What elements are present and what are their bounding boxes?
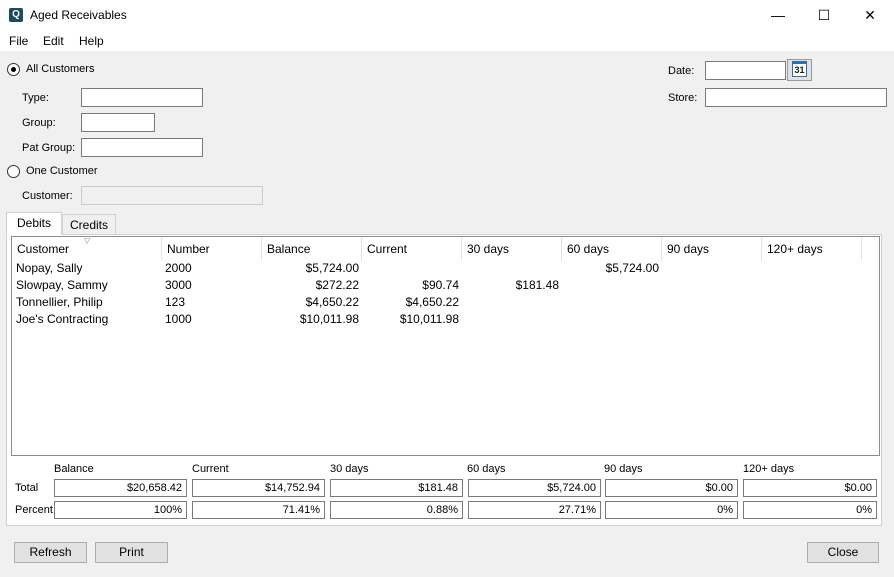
close-button[interactable]: Close [807,542,879,563]
cell-120-plus-days [762,294,859,311]
column-header-60-days[interactable]: 60 days [562,237,662,261]
summary-header-60-days: 60 days [467,463,506,475]
cell-60-days [562,277,659,294]
customer-label: Customer: [22,190,73,202]
one-customer-label: One Customer [26,165,98,177]
app-icon: Q [9,8,23,22]
group-input[interactable] [81,113,155,132]
store-input[interactable] [705,88,887,107]
cell-30-days: $181.48 [515,278,559,292]
all-customers-label: All Customers [26,63,95,75]
type-input[interactable] [81,88,203,107]
cell-current: $90.74 [422,278,459,292]
cell-120-plus-days [762,260,859,277]
column-header-current[interactable]: Current [362,237,462,261]
receivables-table[interactable]: Customer ▽ Number Balance Current 30 day… [11,236,880,456]
cell-30-days [462,294,559,311]
table-row[interactable]: Tonnellier, Philip 123 $4,650.22 $4,650.… [12,294,862,311]
customer-input[interactable] [81,186,263,205]
cell-number: 123 [165,295,186,309]
percent-90-days-field: 0% [605,501,738,519]
calendar-button[interactable]: 31 [787,59,812,81]
summary-header-90-days: 90 days [604,463,643,475]
summary-header-balance: Balance [54,463,94,475]
summary-header-120-plus-days: 120+ days [743,463,795,475]
total-30-days-field: $181.48 [330,479,463,497]
column-header-balance[interactable]: Balance [262,237,362,261]
menu-file[interactable]: File [9,34,28,48]
percent-label: Percent [15,504,53,516]
type-label: Type: [22,92,49,104]
column-header-number[interactable]: Number [162,237,262,261]
column-header-120-plus-days[interactable]: 120+ days [762,237,862,261]
cell-120-plus-days [762,277,859,294]
cell-60-days [562,294,659,311]
one-customer-radio[interactable] [7,165,20,178]
cell-60-days: $5,724.00 [605,261,659,275]
total-60-days-field: $5,724.00 [468,479,601,497]
minimize-button[interactable]: — [755,0,801,31]
percent-current-field: 71.41% [192,501,325,519]
total-current-field: $14,752.94 [192,479,325,497]
cell-customer: Slowpay, Sammy [16,278,108,292]
menu-edit[interactable]: Edit [43,34,64,48]
summary-header-30-days: 30 days [330,463,369,475]
cell-current: $4,650.22 [405,295,459,309]
cell-90-days [662,294,759,311]
cell-customer: Tonnellier, Philip [16,295,103,309]
total-90-days-field: $0.00 [605,479,738,497]
cell-customer: Joe's Contracting [16,312,109,326]
cell-60-days [562,311,659,328]
column-header-30-days[interactable]: 30 days [462,237,562,261]
cell-customer: Nopay, Sally [16,261,83,275]
percent-60-days-field: 27.71% [468,501,601,519]
percent-30-days-field: 0.88% [330,501,463,519]
date-input[interactable] [705,61,786,80]
cell-balance: $5,724.00 [305,261,359,275]
menu-bar [0,31,894,51]
cell-number: 3000 [165,278,192,292]
cell-30-days [462,311,559,328]
cell-current [362,260,459,277]
menu-help[interactable]: Help [79,34,104,48]
cell-90-days [662,260,759,277]
percent-120-plus-days-field: 0% [743,501,877,519]
tab-credits[interactable]: Credits [62,214,116,235]
pat-group-label: Pat Group: [22,142,76,154]
pat-group-input[interactable] [81,138,203,157]
table-row[interactable]: Nopay, Sally 2000 $5,724.00 $5,724.00 [12,260,862,277]
column-header-90-days[interactable]: 90 days [662,237,762,261]
summary-header-current: Current [192,463,229,475]
cell-120-plus-days [762,311,859,328]
total-label: Total [15,482,39,494]
print-button[interactable]: Print [95,542,168,563]
maximize-button[interactable]: ☐ [801,0,847,31]
sort-chevron-icon: ▽ [84,236,91,245]
cell-balance: $272.22 [315,278,359,292]
window-close-button[interactable]: ✕ [847,0,893,31]
group-label: Group: [22,117,56,129]
refresh-button[interactable]: Refresh [14,542,87,563]
cell-90-days [662,311,759,328]
total-balance-field: $20,658.42 [54,479,187,497]
store-label: Store: [668,92,698,104]
cell-90-days [662,277,759,294]
cell-current: $10,011.98 [399,312,459,326]
cell-30-days [462,260,559,277]
window-title: Aged Receivables [30,8,127,22]
tab-debits[interactable]: Debits [6,212,62,235]
total-120-plus-days-field: $0.00 [743,479,877,497]
cell-balance: $4,650.22 [305,295,359,309]
all-customers-radio[interactable] [7,63,20,76]
calendar-icon: 31 [792,61,807,77]
date-label: Date: [668,65,695,77]
cell-number: 2000 [165,261,192,275]
table-row[interactable]: Slowpay, Sammy 3000 $272.22 $90.74 $181.… [12,277,862,294]
percent-balance-field: 100% [54,501,187,519]
table-row[interactable]: Joe's Contracting 1000 $10,011.98 $10,01… [12,311,862,328]
cell-number: 1000 [165,312,192,326]
cell-balance: $10,011.98 [299,312,359,326]
